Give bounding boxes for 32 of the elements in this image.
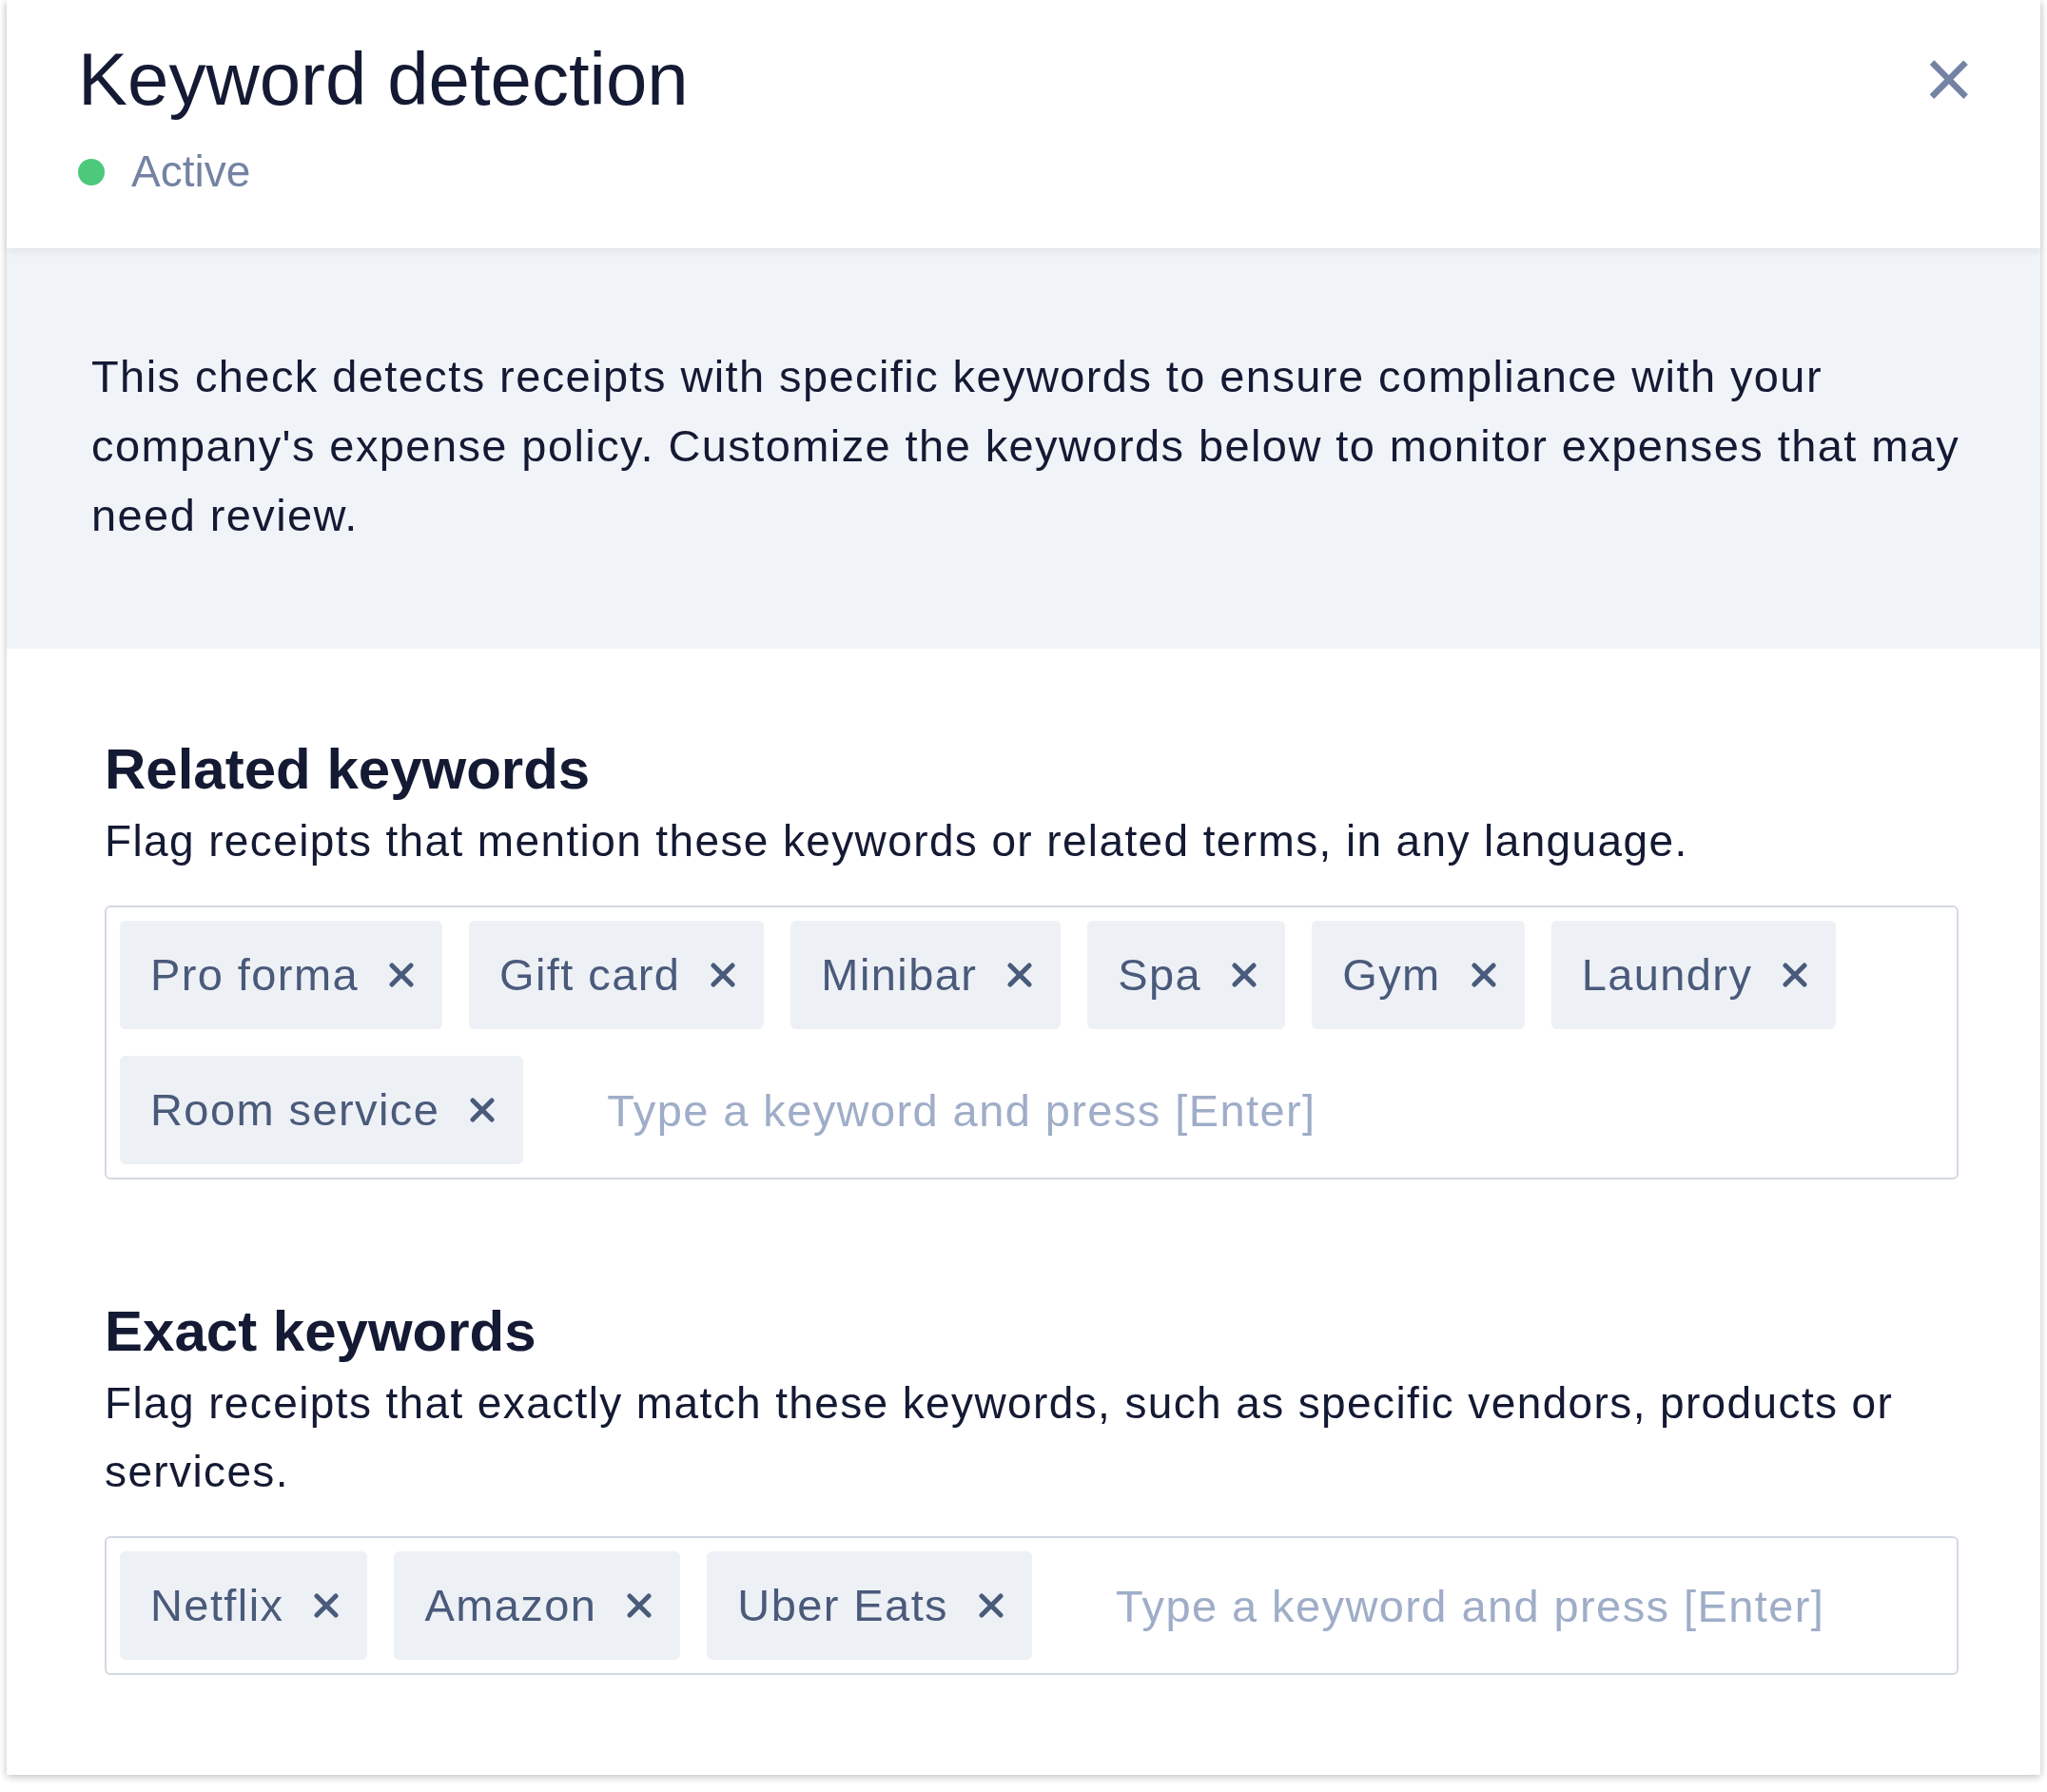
remove-icon[interactable]	[389, 963, 415, 987]
remove-icon[interactable]	[1007, 963, 1033, 987]
keyword-label: Gym	[1342, 947, 1441, 1002]
keyword-label: Room service	[150, 1082, 440, 1137]
remove-icon[interactable]	[1471, 963, 1496, 987]
keyword-input[interactable]: Type a keyword and press [Enter]	[550, 1056, 1943, 1164]
keyword-label: Spa	[1118, 947, 1202, 1002]
keyword-field[interactable]: Netflix Amazon Uber Eats Type a keyword and press [Enter]	[105, 1536, 1959, 1675]
keyword-label: Amazon	[424, 1578, 597, 1632]
keyword-input[interactable]: Type a keyword and press [Enter]	[1059, 1551, 1943, 1660]
keyword-label: Pro forma	[150, 947, 360, 1002]
dialog-title: Keyword detection	[78, 36, 689, 122]
keyword-label: Netflix	[150, 1578, 284, 1632]
status-label: Active	[131, 146, 251, 198]
remove-icon[interactable]	[1783, 963, 1808, 987]
keyword-field[interactable]: Pro forma Gift card Minibar Spa Gym Laundry Room service Type a keyword and press [Enter]	[105, 906, 1959, 1179]
remove-icon[interactable]	[1232, 963, 1257, 987]
keyword-label: Uber Eats	[737, 1578, 948, 1632]
close-button[interactable]: ×	[1923, 41, 1974, 117]
remove-icon[interactable]	[627, 1593, 653, 1618]
remove-icon[interactable]	[711, 963, 736, 987]
remove-icon[interactable]	[470, 1098, 496, 1122]
keyword-label: Minibar	[821, 947, 978, 1002]
remove-icon[interactable]	[979, 1593, 1004, 1618]
section-heading: Exact keywords	[105, 1298, 537, 1365]
section-description: Flag receipts that exactly match these keywords, such as specific vendors, products or services.	[105, 1377, 1895, 1498]
remove-icon[interactable]	[314, 1593, 340, 1618]
description-text: This check detects receipts with specific keywords to ensure compliance with your company's expense policy. Customize the keywords below to monitor expenses that may need review.	[91, 350, 1961, 542]
keyword-label: Laundry	[1581, 947, 1753, 1002]
section-description: Flag receipts that mention these keywords or related terms, in any language.	[105, 815, 1689, 867]
keyword-label: Gift card	[499, 947, 681, 1002]
section-heading: Related keywords	[105, 736, 592, 803]
